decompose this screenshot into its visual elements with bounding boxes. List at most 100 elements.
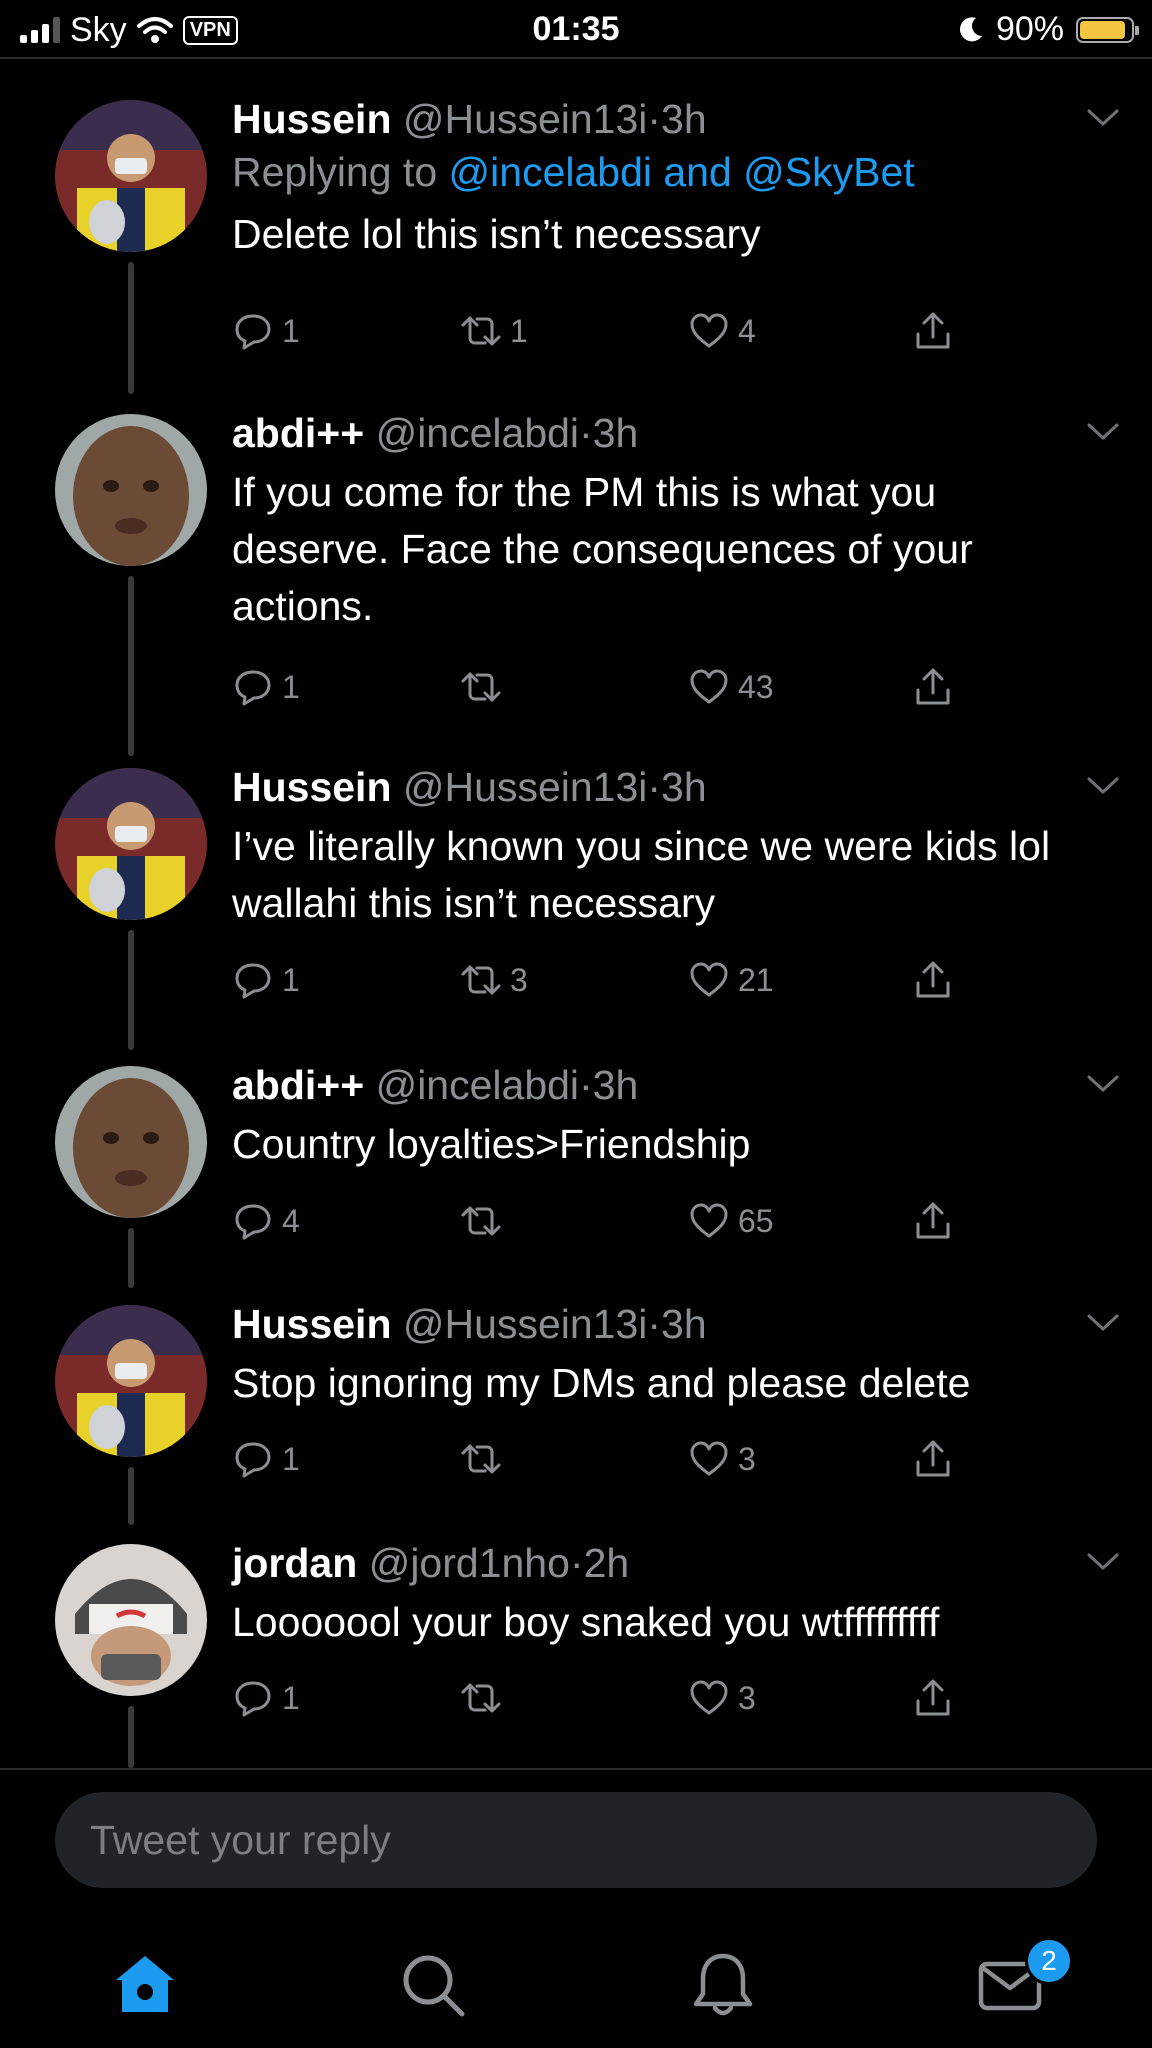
tweet-text: Country loyalties>Friendship: [232, 1121, 751, 1167]
reply-count: 1: [282, 961, 300, 998]
tweet-text: Stop ignoring my DMs and please delete: [232, 1360, 971, 1406]
tweet[interactable]: Hussein @Hussein13i·3h Stop ignoring my …: [0, 1285, 1152, 1525]
tweet[interactable]: abdi++ @incelabdi·3h Country loyalties>F…: [0, 1046, 1152, 1288]
heart-icon: [690, 1680, 728, 1715]
reply-icon: [235, 670, 271, 706]
handle[interactable]: @incelabdi: [376, 410, 579, 456]
avatar-hussein[interactable]: [55, 100, 207, 252]
retweet-button[interactable]: 1: [460, 306, 528, 356]
separator: ·: [647, 96, 662, 142]
avatar-jordan[interactable]: [55, 1544, 207, 1696]
separator: ·: [647, 1301, 662, 1347]
heart-icon: [690, 669, 728, 704]
like-button[interactable]: 43: [688, 662, 774, 712]
share-button[interactable]: [912, 1434, 954, 1484]
display-name[interactable]: Hussein: [232, 96, 392, 142]
timestamp: 3h: [592, 1062, 639, 1108]
avatar-hussein[interactable]: [55, 768, 207, 920]
reply-button[interactable]: 1: [232, 1673, 300, 1723]
share-button[interactable]: [912, 1673, 954, 1723]
tweet[interactable]: Hussein @Hussein13i·3h I’ve literally kn…: [0, 748, 1152, 1050]
chevron-down-icon[interactable]: [1086, 776, 1120, 796]
reply-count: 1: [282, 1440, 300, 1477]
reply-button[interactable]: 1: [232, 955, 300, 1005]
reply-count: 1: [282, 312, 300, 349]
retweet-button[interactable]: [460, 662, 510, 712]
share-button[interactable]: [912, 662, 954, 712]
handle[interactable]: @jord1nho: [369, 1540, 570, 1586]
like-count: 3: [738, 1679, 756, 1716]
display-name[interactable]: jordan: [232, 1540, 357, 1586]
reply-composer[interactable]: [55, 1792, 1097, 1888]
tab-search[interactable]: [398, 1950, 468, 2020]
reply-count: 4: [282, 1202, 300, 1239]
like-count: 3: [738, 1440, 756, 1477]
reply-button[interactable]: 1: [232, 1434, 300, 1484]
tweet[interactable]: Hussein @Hussein13i·3h Replying to @ince…: [0, 80, 1152, 394]
heart-icon: [690, 1441, 728, 1476]
reply-icon: [235, 314, 271, 350]
reply-icon: [235, 1681, 271, 1717]
reply-button[interactable]: 1: [232, 662, 300, 712]
like-button[interactable]: 65: [688, 1196, 774, 1246]
reply-icon: [235, 1204, 271, 1240]
chevron-down-icon[interactable]: [1086, 1313, 1120, 1333]
retweet-icon: [461, 1444, 501, 1474]
chevron-down-icon[interactable]: [1086, 422, 1120, 442]
chevron-down-icon[interactable]: [1086, 1074, 1120, 1094]
retweet-count: 3: [510, 961, 528, 998]
tweet-text: I’ve literally known you since we were k…: [232, 823, 1051, 926]
tweet-text: If you come for the PM this is what you …: [232, 469, 973, 629]
separator: ·: [579, 410, 593, 456]
tweet-text: Delete lol this isn’t necessary: [232, 211, 761, 257]
chevron-down-icon[interactable]: [1086, 1552, 1120, 1572]
share-button[interactable]: [912, 306, 954, 356]
like-button[interactable]: 21: [688, 955, 774, 1005]
handle[interactable]: @Hussein13i: [403, 1301, 647, 1347]
handle[interactable]: @Hussein13i: [403, 96, 647, 142]
like-button[interactable]: 4: [688, 306, 756, 356]
tab-notifications[interactable]: [688, 1950, 758, 2020]
display-name[interactable]: Hussein: [232, 1301, 392, 1347]
tweet-header: Hussein @Hussein13i·3h: [232, 94, 1092, 144]
share-icon: [916, 312, 950, 349]
retweet-button[interactable]: [460, 1196, 510, 1246]
avatar-abdi[interactable]: [55, 1066, 207, 1218]
handle[interactable]: @incelabdi: [376, 1062, 579, 1108]
battery-fill: [1080, 20, 1125, 39]
messages-badge: 2: [1025, 1937, 1073, 1985]
share-icon: [916, 1202, 950, 1239]
replying-to-link[interactable]: @incelabdi and @SkyBet: [449, 149, 915, 195]
like-count: 21: [738, 961, 774, 998]
display-name[interactable]: Hussein: [232, 764, 392, 810]
separator: ·: [579, 1062, 593, 1108]
retweet-count: 1: [510, 312, 528, 349]
timestamp: 3h: [661, 1301, 707, 1347]
reply-button[interactable]: 4: [232, 1196, 300, 1246]
share-button[interactable]: [912, 1196, 954, 1246]
chevron-down-icon[interactable]: [1086, 108, 1120, 128]
tweet-text: Looooool your boy snaked you wtfffffffff: [232, 1599, 940, 1645]
heart-icon: [690, 962, 728, 997]
retweet-button[interactable]: [460, 1673, 510, 1723]
display-name[interactable]: abdi++: [232, 410, 364, 456]
heart-icon: [690, 313, 728, 348]
reply-button[interactable]: 1: [232, 306, 300, 356]
avatar-hussein[interactable]: [55, 1305, 207, 1457]
thread-line: [128, 576, 134, 756]
reply-input[interactable]: [55, 1792, 1097, 1888]
tab-home[interactable]: [110, 1950, 180, 2020]
share-button[interactable]: [912, 955, 954, 1005]
handle[interactable]: @Hussein13i: [403, 764, 647, 810]
display-name[interactable]: abdi++: [232, 1062, 364, 1108]
tweet[interactable]: abdi++ @incelabdi·3h If you come for the…: [0, 394, 1152, 756]
retweet-button[interactable]: 3: [460, 955, 528, 1005]
avatar-abdi[interactable]: [55, 414, 207, 566]
like-button[interactable]: 3: [688, 1673, 756, 1723]
tweet-header: Hussein @Hussein13i·3h: [232, 1299, 1092, 1349]
tweet[interactable]: jordan @jord1nho·2h Looooool your boy sn…: [0, 1524, 1152, 1768]
share-icon: [916, 961, 950, 998]
like-button[interactable]: 3: [688, 1434, 756, 1484]
retweet-button[interactable]: [460, 1434, 510, 1484]
tweet-header: abdi++ @incelabdi·3h: [232, 408, 1092, 458]
